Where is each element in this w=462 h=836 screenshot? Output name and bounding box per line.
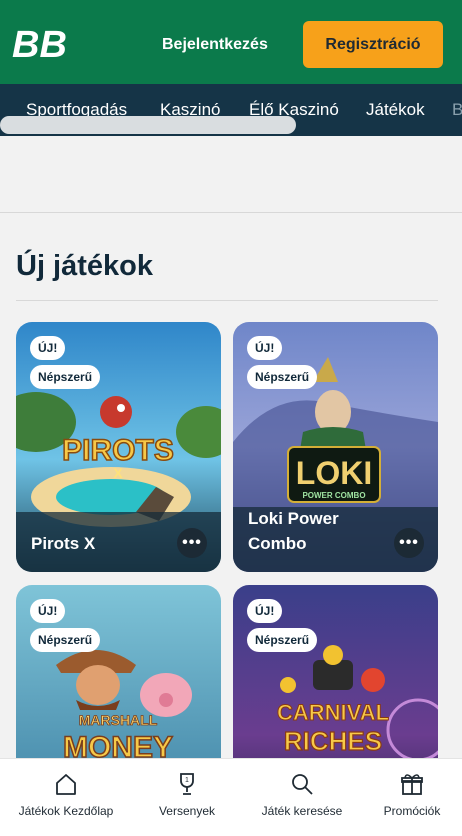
game-title: Loki Power Combo — [248, 509, 339, 553]
login-button[interactable]: Bejelentkezés — [162, 36, 268, 54]
badge-new: ÚJ! — [30, 599, 66, 623]
badge-new: ÚJ! — [247, 336, 283, 360]
tab-tournaments[interactable]: 1 Versenyek — [132, 759, 242, 836]
svg-text:X: X — [113, 465, 123, 481]
svg-text:BB: BB — [12, 24, 67, 64]
section-divider — [16, 300, 438, 301]
nav-scrollbar[interactable] — [0, 116, 296, 134]
tab-promotions[interactable]: Promóciók — [362, 759, 462, 836]
badge-new: ÚJ! — [247, 599, 283, 623]
trophy-icon: 1 — [180, 773, 194, 795]
svg-text:POWER COMBO: POWER COMBO — [302, 491, 365, 500]
tab-label: Játékok Kezdőlap — [18, 804, 114, 818]
nav-item-jatekok[interactable]: Játékok — [366, 100, 425, 120]
section-title: Új játékok — [16, 250, 153, 282]
search-icon — [292, 774, 313, 795]
svg-text:MARSHALL: MARSHALL — [79, 712, 158, 728]
svg-text:PIROTS: PIROTS — [62, 434, 174, 467]
gift-icon — [401, 774, 423, 795]
game-card-pirots-x[interactable]: PIROTS X ÚJ! Népszerű Pirots X ••• — [16, 322, 221, 572]
app-root: BB Bejelentkezés Regisztráció Sportfogad… — [0, 0, 462, 836]
svg-text:RICHES: RICHES — [284, 726, 382, 756]
badge-new: ÚJ! — [30, 336, 66, 360]
content-divider — [0, 212, 462, 213]
badge-popular: Népszerű — [247, 628, 318, 652]
bottom-nav: Játékok Kezdőlap 1 Versenyek Játék keres… — [0, 758, 462, 836]
game-card-loki-power-combo[interactable]: LOKI POWER COMBO ÚJ! Népszerű Loki Power… — [233, 322, 438, 572]
badge-popular: Népszerű — [247, 365, 318, 389]
svg-text:1: 1 — [185, 777, 189, 784]
top-header: BB Bejelentkezés Regisztráció — [0, 0, 462, 84]
home-icon — [56, 774, 76, 795]
tab-games-home[interactable]: Játékok Kezdőlap — [0, 759, 132, 836]
badge-popular: Népszerű — [30, 628, 101, 652]
register-button[interactable]: Regisztráció — [303, 21, 443, 68]
svg-text:CARNIVAL: CARNIVAL — [277, 700, 389, 725]
tab-label: Versenyek — [158, 804, 216, 818]
nav-item-overflow[interactable]: B — [452, 100, 462, 120]
tab-label: Játék keresése — [261, 804, 343, 818]
svg-text:LOKI: LOKI — [296, 455, 372, 491]
game-title: Pirots X — [31, 534, 96, 553]
tab-label: Promóciók — [383, 804, 441, 818]
more-options-button[interactable]: ••• — [177, 528, 207, 558]
badge-popular: Népszerű — [30, 365, 101, 389]
more-options-button[interactable]: ••• — [394, 528, 424, 558]
brand-logo[interactable]: BB — [12, 24, 82, 64]
tab-game-search[interactable]: Játék keresése — [242, 759, 362, 836]
